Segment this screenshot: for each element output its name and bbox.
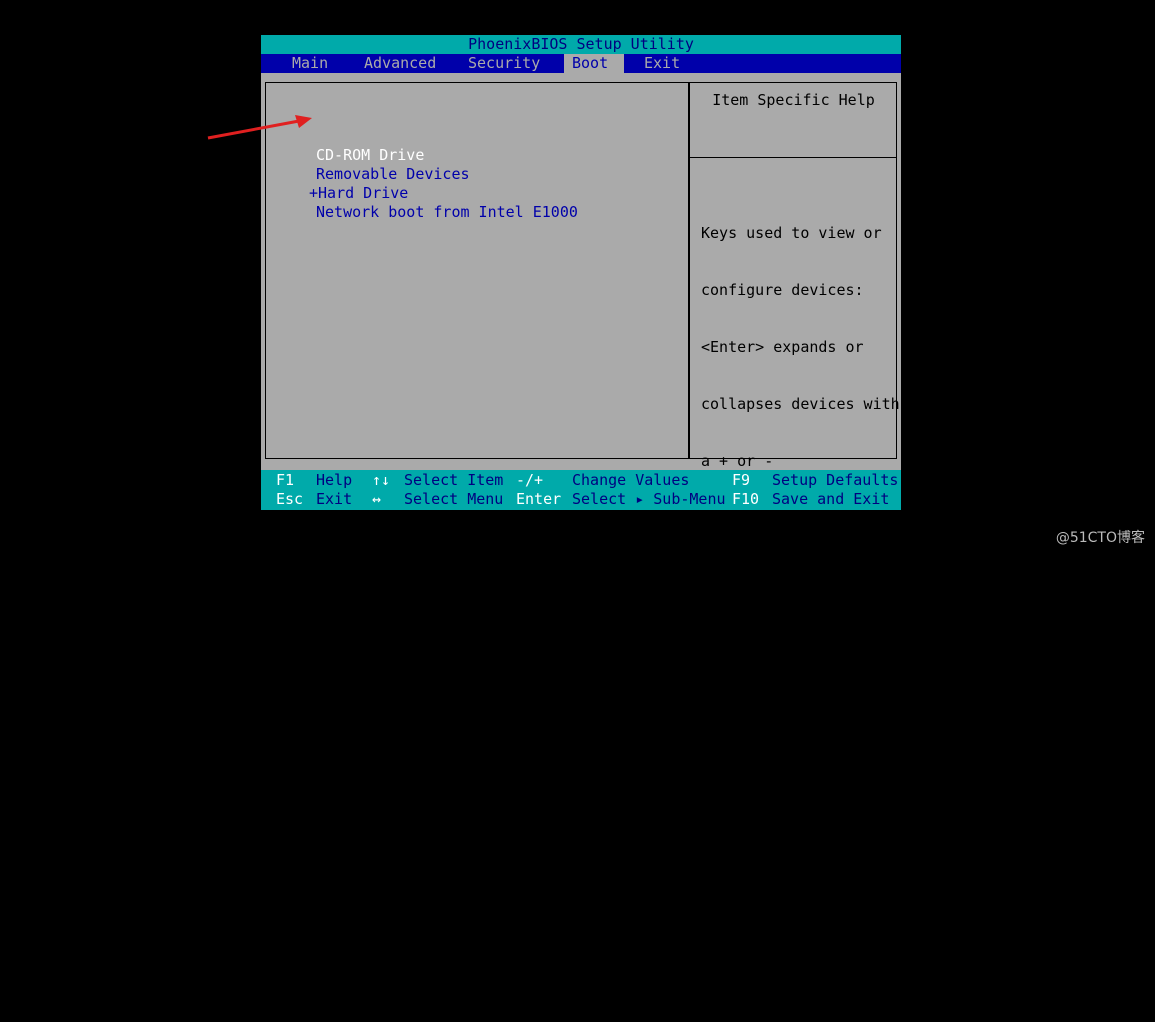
bios-window: PhoenixBIOS Setup Utility Main Advanced … [261, 35, 901, 983]
key-updown: ↑↓ [372, 471, 391, 489]
boot-item-cdrom[interactable]: CD-ROM Drive [316, 146, 424, 165]
key-enter: Enter [516, 490, 562, 508]
key-minus-plus: -/+ [516, 471, 544, 489]
footer-keys: F1 Help ↑↓ Select Item -/+ Change Values… [261, 470, 901, 510]
key-leftright-desc: Select Menu [404, 490, 504, 508]
help-divider [690, 157, 897, 158]
menu-bar: Main Advanced Security Boot Exit [261, 54, 901, 73]
key-f9-desc: Setup Defaults [772, 471, 899, 489]
help-line: all [701, 566, 729, 584]
help-line: <Ctrl+Enter> expands [701, 509, 882, 527]
menu-boot[interactable]: Boot [564, 54, 624, 73]
help-line: configure devices: [701, 281, 864, 299]
menu-security[interactable]: Security [460, 54, 548, 73]
help-line: <+> and <-> moves the [701, 623, 891, 641]
key-esc: Esc [276, 490, 304, 508]
help-line: Disk or Removable Disk [701, 851, 900, 869]
help-line: collapses devices with [701, 395, 900, 413]
menu-exit[interactable]: Exit [636, 54, 688, 73]
title-bar: PhoenixBIOS Setup Utility [261, 35, 901, 54]
key-f9: F9 [732, 471, 751, 489]
help-title: Item Specific Help [712, 91, 875, 109]
key-enter-desc: Select ▸ Sub-Menu [572, 490, 726, 508]
help-line: device between Hard [701, 794, 873, 812]
red-arrow-icon [207, 115, 312, 140]
help-line: device up or down. [701, 680, 864, 698]
key-updown-desc: Select Item [404, 471, 504, 489]
key-f1: F1 [276, 471, 295, 489]
content-panel: CD-ROM Drive Removable Devices +Hard Dri… [261, 73, 901, 983]
help-text: Keys used to view or configure devices: … [701, 186, 900, 1022]
key-f10: F10 [732, 490, 760, 508]
boot-item-network[interactable]: Network boot from Intel E1000 [316, 203, 578, 222]
panel-divider [688, 82, 690, 459]
key-esc-desc: Exit [316, 490, 353, 508]
key-leftright: ↔ [372, 490, 382, 508]
boot-item-hard-drive[interactable]: +Hard Drive [309, 184, 408, 203]
help-line: a + or - [701, 452, 774, 470]
menu-advanced[interactable]: Advanced [356, 54, 444, 73]
watermark: @51CTO博客 [1055, 530, 1145, 546]
menu-main[interactable]: Main [284, 54, 336, 73]
boot-item-removable[interactable]: Removable Devices [316, 165, 470, 184]
help-line: <n> May move removable [701, 737, 900, 755]
key-f10-desc: Save and Exit [772, 490, 890, 508]
key-f1-desc: Help [316, 471, 353, 489]
help-line: Keys used to view or [701, 224, 882, 242]
help-line: <Enter> expands or [701, 338, 864, 356]
help-line: that is not installed. [701, 965, 900, 983]
key-minus-plus-desc: Change Values [572, 471, 690, 489]
help-line: <d> Remove a device [701, 908, 873, 926]
